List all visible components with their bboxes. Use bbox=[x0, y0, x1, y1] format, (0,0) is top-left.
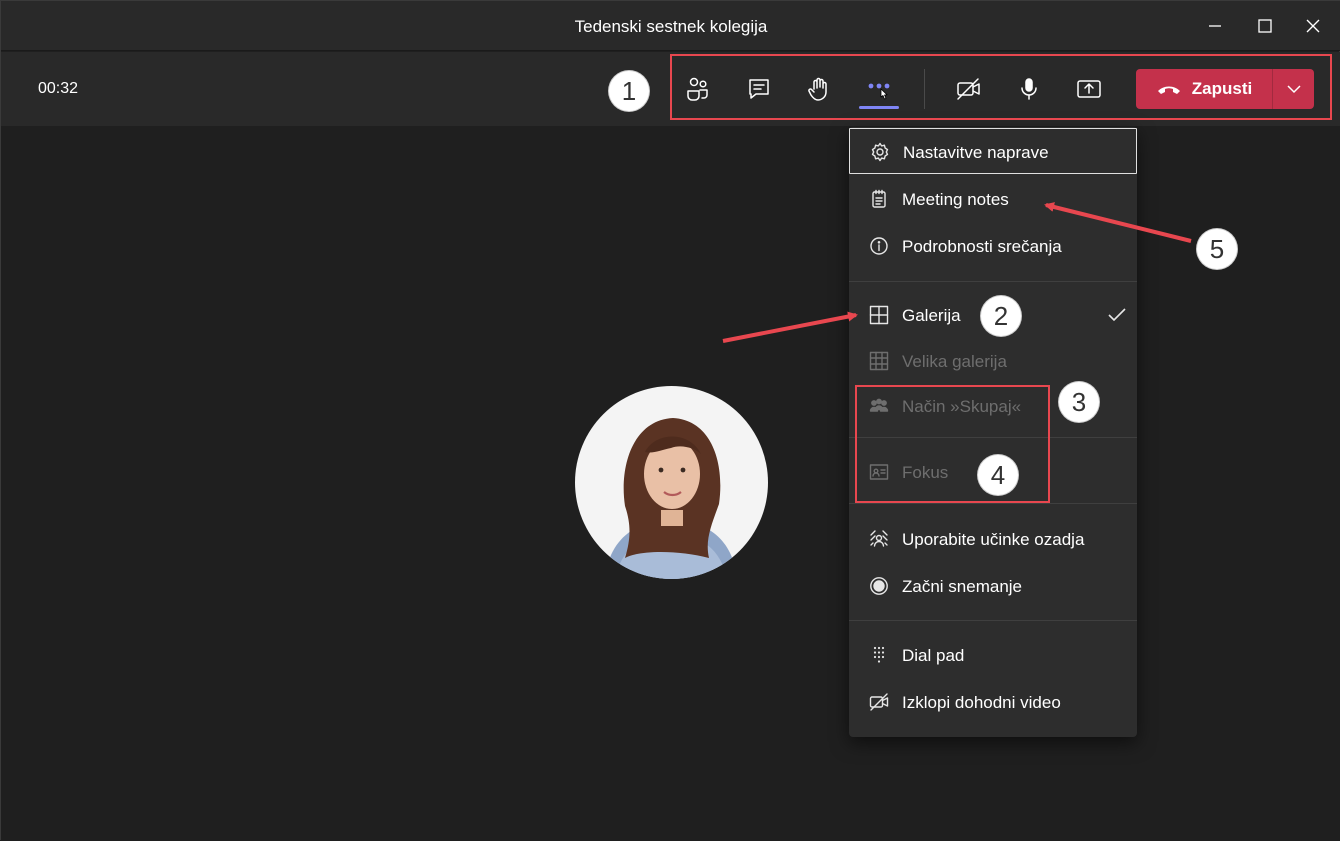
menu-item-label: Uporabite učinke ozadja bbox=[902, 530, 1085, 549]
maximize-icon bbox=[1258, 19, 1272, 33]
callout-4: 4 bbox=[978, 455, 1018, 495]
title-bar: Tedenski sestnek kolegija bbox=[1, 1, 1340, 51]
gear-icon bbox=[870, 142, 890, 162]
callout-3: 3 bbox=[1059, 382, 1099, 422]
menu-item-meeting-details[interactable]: Podrobnosti srečanja bbox=[849, 223, 1137, 269]
large-gallery-icon bbox=[869, 351, 889, 371]
teams-meeting-window: Tedenski sestnek kolegija 00:32 Zapusti … bbox=[0, 0, 1340, 841]
menu-item-label: Podrobnosti srečanja bbox=[902, 237, 1062, 256]
menu-item-label: Galerija bbox=[902, 306, 961, 325]
menu-item-start-recording[interactable]: Začni snemanje bbox=[849, 563, 1137, 609]
gallery-icon bbox=[869, 305, 889, 325]
menu-separator bbox=[849, 620, 1137, 621]
menu-item-dial-pad[interactable]: Dial pad bbox=[849, 632, 1137, 678]
participant-avatar bbox=[575, 386, 768, 579]
dialpad-icon bbox=[869, 645, 889, 665]
menu-item-turn-off-incoming-video[interactable]: Izklopi dohodni video bbox=[849, 679, 1137, 725]
maximize-button[interactable] bbox=[1245, 9, 1285, 43]
menu-item-label: Meeting notes bbox=[902, 190, 1009, 209]
info-icon bbox=[869, 236, 889, 256]
menu-item-large-gallery: Velika galerija bbox=[849, 338, 1137, 384]
minimize-icon bbox=[1209, 25, 1221, 27]
menu-item-label: Dial pad bbox=[902, 646, 965, 665]
menu-item-label: Nastavitve naprave bbox=[903, 143, 1049, 162]
menu-item-meeting-notes[interactable]: Meeting notes bbox=[849, 176, 1137, 222]
notes-icon bbox=[869, 189, 889, 209]
menu-separator bbox=[849, 503, 1137, 504]
menu-item-label: Velika galerija bbox=[902, 352, 1007, 371]
close-button[interactable] bbox=[1293, 9, 1333, 43]
annotation-box-modes bbox=[855, 385, 1050, 503]
window-title: Tedenski sestnek kolegija bbox=[574, 17, 768, 36]
record-icon bbox=[869, 576, 889, 596]
callout-2: 2 bbox=[981, 296, 1021, 336]
checkmark-icon bbox=[1107, 304, 1127, 329]
menu-item-background-effects[interactable]: Uporabite učinke ozadja bbox=[849, 516, 1137, 562]
menu-separator bbox=[849, 281, 1137, 282]
menu-item-device-settings[interactable]: Nastavitve naprave bbox=[849, 128, 1137, 174]
callout-5: 5 bbox=[1197, 229, 1237, 269]
annotation-box-toolbar bbox=[670, 54, 1332, 120]
video-off-icon bbox=[869, 692, 889, 712]
call-timer: 00:32 bbox=[38, 80, 79, 97]
background-effects-icon bbox=[869, 529, 889, 549]
close-icon bbox=[1306, 19, 1320, 33]
callout-1: 1 bbox=[609, 71, 649, 111]
menu-item-label: Začni snemanje bbox=[902, 577, 1023, 596]
minimize-button[interactable] bbox=[1195, 9, 1235, 43]
menu-item-label: Izklopi dohodni video bbox=[902, 693, 1061, 712]
